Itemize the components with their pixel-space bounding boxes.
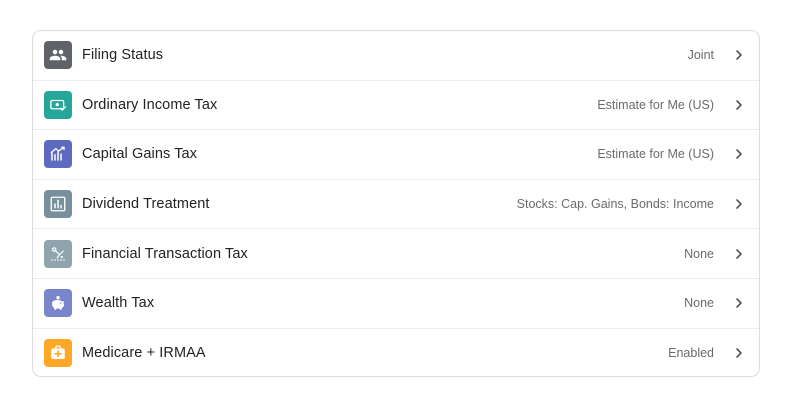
row-label: Capital Gains Tax — [82, 146, 198, 163]
bar-chart-icon — [44, 190, 72, 219]
row-medicare-irmaa[interactable]: Medicare + IRMAA Enabled — [33, 329, 759, 376]
chevron-right-icon — [733, 347, 745, 359]
money-check-icon — [44, 90, 72, 119]
row-value: Enabled — [668, 346, 714, 361]
tax-settings-list: Filing Status Joint Ordinary Income Tax … — [32, 30, 760, 377]
row-label: Wealth Tax — [82, 295, 155, 312]
piggy-bank-icon — [44, 289, 72, 318]
chevron-right-icon — [733, 248, 745, 260]
row-label: Ordinary Income Tax — [82, 96, 218, 113]
trending-chart-icon — [44, 140, 72, 169]
medical-bag-icon — [44, 339, 72, 368]
row-label: Financial Transaction Tax — [82, 245, 248, 262]
chevron-right-icon — [733, 99, 745, 111]
row-dividend-treatment[interactable]: Dividend Treatment Stocks: Cap. Gains, B… — [33, 180, 759, 230]
row-financial-transaction-tax[interactable]: Financial Transaction Tax None — [33, 229, 759, 279]
row-capital-gains-tax[interactable]: Capital Gains Tax Estimate for Me (US) — [33, 130, 759, 180]
row-value: None — [684, 246, 714, 261]
row-value: Joint — [687, 48, 714, 63]
people-icon — [44, 41, 72, 70]
row-value: None — [684, 296, 714, 311]
row-value: Estimate for Me (US) — [597, 147, 714, 162]
row-filing-status[interactable]: Filing Status Joint — [33, 31, 759, 81]
row-value: Stocks: Cap. Gains, Bonds: Income — [516, 197, 714, 212]
chevron-right-icon — [733, 49, 745, 61]
row-ordinary-income-tax[interactable]: Ordinary Income Tax Estimate for Me (US) — [33, 81, 759, 131]
transaction-icon — [44, 239, 72, 268]
chevron-right-icon — [733, 297, 745, 309]
row-label: Dividend Treatment — [82, 196, 210, 213]
row-wealth-tax[interactable]: Wealth Tax None — [33, 279, 759, 329]
chevron-right-icon — [733, 148, 745, 160]
row-label: Medicare + IRMAA — [82, 345, 206, 362]
row-value: Estimate for Me (US) — [597, 97, 714, 112]
row-label: Filing Status — [82, 47, 164, 64]
chevron-right-icon — [733, 198, 745, 210]
